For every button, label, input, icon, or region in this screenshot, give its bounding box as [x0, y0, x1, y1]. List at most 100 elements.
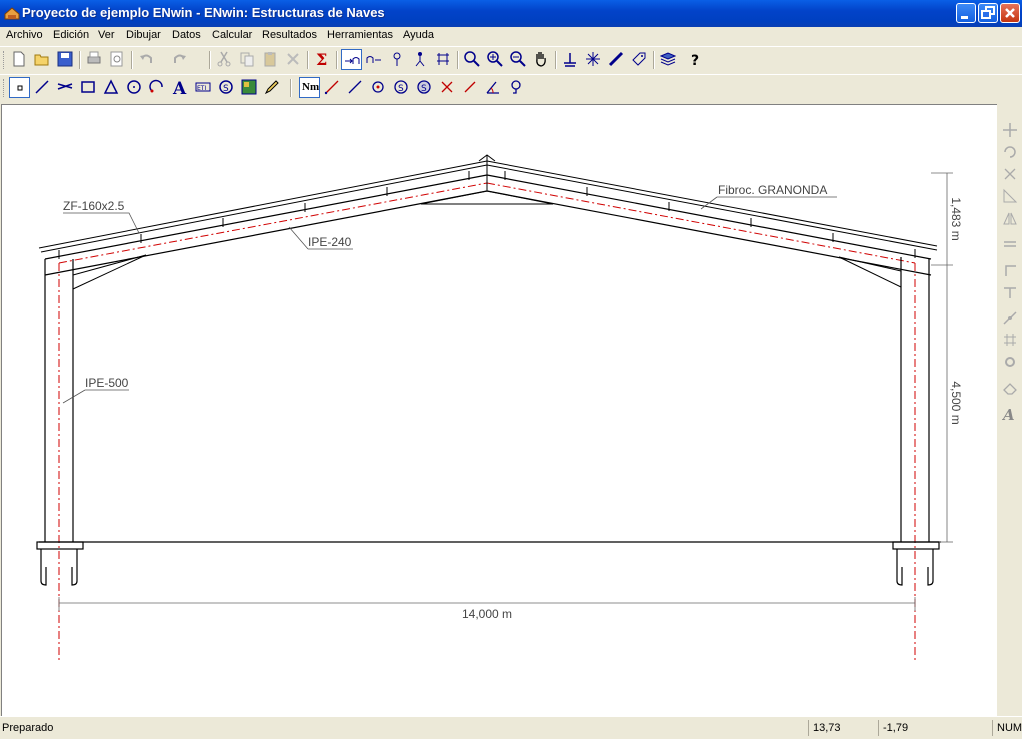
arc-button[interactable] [147, 77, 168, 98]
layers-button[interactable] [658, 49, 679, 70]
bar-icon [324, 80, 339, 95]
open-button[interactable] [32, 49, 53, 70]
print-preview-button[interactable] [107, 49, 128, 70]
status-message: Preparado [2, 722, 54, 734]
edit-side-toolbar: A [997, 104, 1022, 715]
stretch-icon [1003, 188, 1018, 203]
figure-button[interactable] [410, 49, 431, 70]
nm-button[interactable]: Nm [299, 77, 320, 98]
menu-resultados[interactable]: Resultados [262, 29, 317, 41]
drawing-canvas[interactable]: ZF-160x2.5 IPE-240 Fibroc. GRANONDA IPE-… [1, 104, 997, 716]
pan-button[interactable] [531, 49, 552, 70]
menu-bar: Archivo Edición Ver Dibujar Datos Calcul… [0, 27, 1022, 46]
text-edit-button[interactable]: A [1000, 404, 1020, 424]
base-right [892, 541, 940, 586]
restore-icon [981, 6, 995, 19]
help-button[interactable]: ? [686, 49, 707, 70]
break-button[interactable] [1000, 308, 1020, 328]
snap-free-button[interactable] [364, 49, 385, 70]
section-alt-button[interactable]: S [414, 77, 435, 98]
menu-archivo[interactable]: Archivo [6, 29, 43, 41]
menu-calcular[interactable]: Calcular [212, 29, 252, 41]
parallel-button[interactable] [1000, 234, 1020, 254]
hook-icon [511, 80, 521, 94]
frame-icon [437, 53, 449, 65]
support-button[interactable] [560, 49, 581, 70]
trim-button[interactable] [1000, 282, 1020, 302]
delete-member-button[interactable] [437, 77, 458, 98]
properties-button[interactable] [1000, 352, 1020, 372]
text-button[interactable]: A [170, 77, 191, 98]
rotate-icon [1004, 146, 1016, 158]
extend-button[interactable] [1000, 260, 1020, 280]
pin-button[interactable] [387, 49, 408, 70]
image-icon [241, 79, 257, 95]
mirror-button[interactable] [1000, 208, 1020, 228]
base-left [36, 541, 84, 586]
menu-dibujar[interactable]: Dibujar [126, 29, 161, 41]
label-button[interactable]: ETI [193, 77, 214, 98]
rectangle-button[interactable] [78, 77, 99, 98]
new-button[interactable] [9, 49, 30, 70]
snap-node-button[interactable] [341, 49, 362, 70]
rotate-button[interactable] [1000, 142, 1020, 162]
cut-button[interactable] [214, 49, 235, 70]
rafter-label: IPE-240 [308, 235, 352, 249]
scale-button[interactable] [1000, 164, 1020, 184]
close-button[interactable] [1000, 3, 1020, 23]
print-button[interactable] [84, 49, 105, 70]
join-button[interactable] [1000, 330, 1020, 350]
zoom-in-button[interactable] [485, 49, 506, 70]
svg-text:Σ: Σ [316, 51, 327, 67]
menu-ayuda[interactable]: Ayuda [403, 29, 434, 41]
image-button[interactable] [239, 77, 260, 98]
stretch-button[interactable] [1000, 186, 1020, 206]
tag-button[interactable] [629, 49, 650, 70]
zoom-window-button[interactable] [462, 49, 483, 70]
section-button[interactable]: S [391, 77, 412, 98]
symbol-button[interactable]: S [216, 77, 237, 98]
move-icon [1003, 123, 1017, 137]
node-button[interactable] [368, 77, 389, 98]
menu-herramientas[interactable]: Herramientas [327, 29, 393, 41]
svg-text:ETI: ETI [197, 85, 206, 92]
menu-ver[interactable]: Ver [98, 29, 115, 41]
redo-button[interactable] [170, 49, 191, 70]
span-dimension: 14,000 m [462, 607, 512, 621]
frame-button[interactable] [433, 49, 454, 70]
save-button[interactable] [55, 49, 76, 70]
calculate-button[interactable]: Σ [312, 49, 333, 70]
pencil-button[interactable] [262, 77, 283, 98]
bar-button[interactable] [322, 77, 343, 98]
scale-icon [1004, 168, 1016, 180]
toolbar-grip[interactable] [3, 51, 7, 69]
polyline-button[interactable] [55, 77, 76, 98]
tag-icon [632, 52, 646, 66]
rectangle-icon [81, 81, 95, 93]
menu-datos[interactable]: Datos [172, 29, 201, 41]
status-x-coordinate: 13,73 [808, 720, 878, 736]
menu-edicion[interactable]: Edición [53, 29, 89, 41]
angle-button[interactable] [483, 77, 504, 98]
line-button[interactable] [32, 77, 53, 98]
zoom-out-button[interactable] [508, 49, 529, 70]
paste-button[interactable] [260, 49, 281, 70]
delete-button[interactable] [283, 49, 304, 70]
hook-button[interactable] [506, 77, 527, 98]
circle-button[interactable] [124, 77, 145, 98]
snap-free-icon [366, 56, 381, 63]
erase-button[interactable] [1000, 378, 1020, 398]
copy-button[interactable] [237, 49, 258, 70]
brace-button[interactable] [460, 77, 481, 98]
triangle-button[interactable] [101, 77, 122, 98]
member-button[interactable] [345, 77, 366, 98]
ridge-cap [478, 154, 496, 191]
move-button[interactable] [1000, 120, 1020, 140]
select-point-button[interactable] [9, 77, 30, 98]
toolbar-grip[interactable] [3, 79, 7, 97]
minimize-button[interactable] [956, 3, 976, 23]
undo-button[interactable] [136, 49, 157, 70]
measure-button[interactable] [606, 49, 627, 70]
loads-button[interactable] [583, 49, 604, 70]
restore-button[interactable] [978, 3, 998, 23]
